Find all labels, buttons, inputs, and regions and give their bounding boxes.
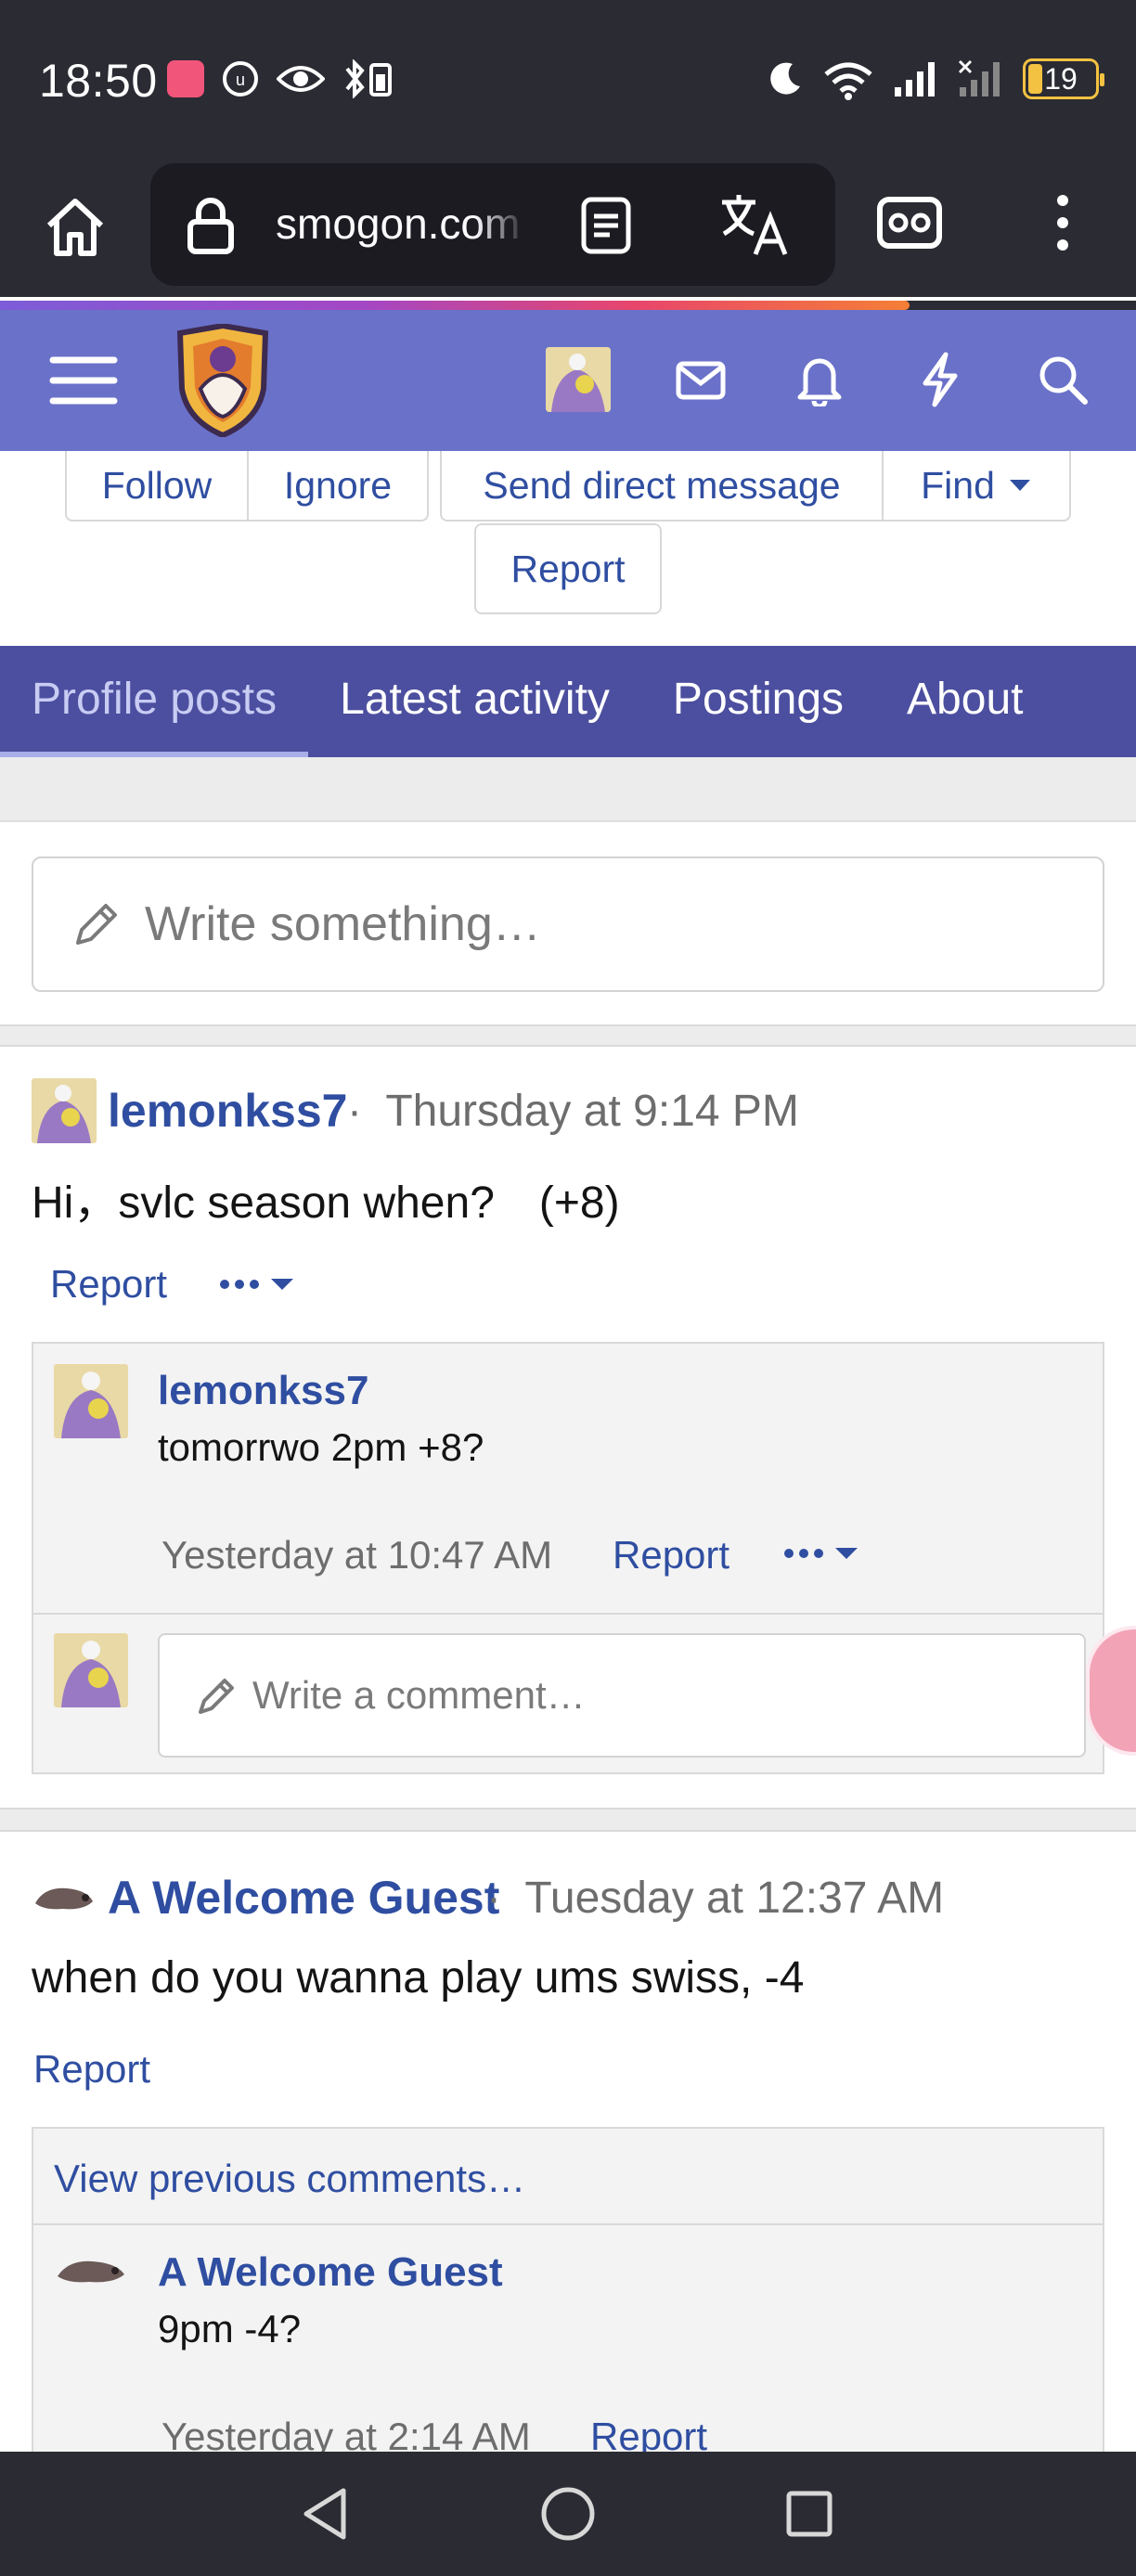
- comment-body: tomorrwo 2pm +8?: [158, 1425, 484, 1469]
- more-options-menu[interactable]: [217, 1266, 301, 1303]
- post-report-link[interactable]: Report: [33, 2047, 150, 2092]
- tab-profile-posts[interactable]: Profile posts: [0, 646, 309, 757]
- ignore-button[interactable]: Ignore: [249, 451, 427, 520]
- comment-author-name[interactable]: lemonkss7: [158, 1368, 368, 1414]
- lock-icon[interactable]: [178, 193, 243, 258]
- battery-indicator: 19: [1023, 58, 1104, 99]
- home-icon[interactable]: [37, 189, 113, 265]
- alerts-bell-icon[interactable]: [789, 347, 850, 412]
- find-button[interactable]: Find: [884, 451, 1069, 520]
- inbox-icon[interactable]: [668, 351, 733, 410]
- current-user-avatar[interactable]: [54, 1633, 128, 1707]
- post-divider: [0, 1808, 1136, 1832]
- post-author-avatar[interactable]: [32, 1078, 97, 1143]
- comment-placeholder[interactable]: Write a comment…: [252, 1673, 586, 1718]
- post-timestamp[interactable]: Tuesday at 12:37 AM: [524, 1874, 944, 1923]
- back-icon[interactable]: [288, 2479, 362, 2548]
- system-navigation-bar: [0, 2452, 1136, 2576]
- ellipsis-caret-icon: [220, 1279, 293, 1290]
- post-divider: [0, 1024, 1136, 1047]
- comment-input[interactable]: Write a comment…: [158, 1633, 1086, 1758]
- post-author-name[interactable]: A Welcome Guest: [108, 1871, 499, 1925]
- notification-icons: u: [167, 59, 397, 98]
- profile-post-composer[interactable]: Write something…: [32, 857, 1104, 992]
- svg-text:u: u: [236, 71, 245, 89]
- meta-separator: ·: [486, 1874, 501, 1923]
- hamburger-menu-icon[interactable]: [37, 345, 130, 416]
- post-meta: · Thursday at 9:14 PM: [347, 1086, 799, 1137]
- data-saver-icon: u: [223, 61, 258, 97]
- user-avatar[interactable]: [546, 347, 611, 412]
- pencil-icon: [199, 1679, 234, 1714]
- comment-report-link[interactable]: Report: [613, 1533, 729, 1578]
- message-find-group: Send direct message Find: [440, 451, 1071, 522]
- browser-toolbar: smogon.com: [0, 158, 1136, 297]
- status-time: 18:50: [39, 55, 158, 107]
- eye-icon: [277, 66, 325, 92]
- url-text[interactable]: smogon.com: [276, 199, 526, 249]
- report-profile-button[interactable]: Report: [474, 523, 662, 614]
- comments-block: lemonkss7 tomorrwo 2pm +8? Yesterday at …: [32, 1342, 1104, 1774]
- follow-ignore-group: Follow Ignore: [65, 451, 429, 522]
- post-report-link[interactable]: Report: [50, 1262, 167, 1307]
- comment-timestamp[interactable]: Yesterday at 10:47 AM: [161, 1533, 552, 1578]
- smogon-logo[interactable]: [169, 323, 277, 438]
- signal-no-sim-icon: [958, 59, 1000, 97]
- comment-more-options[interactable]: [781, 1535, 865, 1572]
- view-previous-comments-link[interactable]: View previous comments…: [54, 2157, 525, 2201]
- home-circle-icon[interactable]: [531, 2479, 605, 2548]
- comment-divider: [33, 2223, 1103, 2225]
- composer-placeholder[interactable]: Write something…: [145, 896, 541, 952]
- whats-new-bolt-icon[interactable]: [908, 347, 973, 412]
- find-label: Find: [921, 463, 995, 507]
- moon-icon: [770, 62, 800, 95]
- page-load-progress: [0, 301, 910, 310]
- site-header: [0, 310, 1136, 451]
- signal-icon: [895, 62, 935, 97]
- system-status-icons: 19: [767, 58, 1104, 100]
- comment-body: 9pm -4?: [158, 2307, 302, 2351]
- search-icon[interactable]: [1030, 347, 1095, 412]
- post-body: when do you wanna play ums swiss, -4: [32, 1953, 805, 2003]
- profile-tabs: Profile posts Latest activity Postings A…: [0, 646, 1136, 757]
- status-bar: 18:50 u 19: [0, 0, 1136, 158]
- comment-author-name[interactable]: A Welcome Guest: [158, 2249, 503, 2296]
- send-direct-message-button[interactable]: Send direct message: [442, 451, 884, 520]
- post-author-name[interactable]: lemonkss7: [108, 1084, 347, 1138]
- bluetooth-battery-icon: [345, 59, 392, 98]
- section-spacer: [0, 757, 1136, 822]
- meta-separator: ·: [347, 1087, 362, 1136]
- url-bar[interactable]: smogon.com: [150, 163, 835, 286]
- tabs-icon[interactable]: [872, 186, 947, 260]
- post-timestamp[interactable]: Thursday at 9:14 PM: [385, 1087, 799, 1136]
- tab-postings[interactable]: Postings: [641, 646, 875, 752]
- wifi-icon: [824, 62, 872, 100]
- reader-mode-icon[interactable]: [574, 193, 639, 258]
- comment-author-avatar[interactable]: [54, 1364, 128, 1438]
- comment-divider: [33, 1613, 1103, 1615]
- ellipsis-caret-icon: [784, 1548, 858, 1559]
- guest-author-avatar[interactable]: [32, 1874, 97, 1921]
- post-body: Hi，svlc season when? (+8): [32, 1179, 620, 1228]
- translate-icon[interactable]: [716, 189, 791, 260]
- caret-down-icon: [1009, 480, 1030, 491]
- follow-button[interactable]: Follow: [67, 451, 249, 520]
- post-meta: · Tuesday at 12:37 AM: [486, 1873, 944, 1924]
- overflow-menu-icon[interactable]: [1030, 186, 1095, 260]
- tab-about[interactable]: About: [875, 646, 1054, 752]
- bilibili-app-icon: [167, 60, 204, 97]
- comments-block: View previous comments… A Welcome Guest …: [32, 2127, 1104, 2479]
- recents-square-icon[interactable]: [772, 2479, 846, 2548]
- pencil-icon: [76, 904, 117, 945]
- tab-latest-activity[interactable]: Latest activity: [308, 646, 641, 752]
- comment-author-avatar[interactable]: [54, 2248, 128, 2294]
